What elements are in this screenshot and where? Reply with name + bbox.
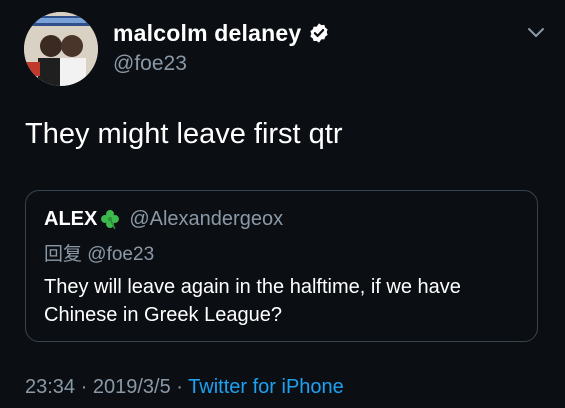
tweet-time: 23:34 — [25, 376, 76, 398]
tweet-date: 2019/3/5 — [92, 376, 171, 398]
tweet-source-link[interactable]: Twitter for iPhone — [188, 376, 344, 398]
reply-prefix: 回复 — [44, 244, 83, 265]
tweet-meta: 23:34 · 2019/3/5 · Twitter for iPhone — [25, 376, 344, 399]
reply-handle[interactable]: @foe23 — [87, 244, 154, 265]
meta-separator: · — [176, 376, 183, 398]
author-display-name[interactable]: malcolm delaney — [113, 20, 301, 47]
shamrock-icon — [101, 210, 120, 229]
avatar-photo — [24, 12, 98, 86]
tweet-detail: malcolm delaney @foe23 They might leave … — [0, 0, 565, 408]
tweet-text: They might leave first qtr — [25, 118, 343, 150]
quoted-author-name: ALEX — [44, 207, 98, 230]
quoted-tweet-card[interactable]: ALEX @Alexandergeox 回复 @foe23 They will … — [25, 190, 538, 342]
chevron-down-icon[interactable] — [526, 26, 546, 40]
meta-separator: · — [80, 376, 88, 398]
avatar[interactable] — [24, 12, 98, 86]
quoted-author-handle: @Alexandergeox — [129, 207, 284, 230]
verified-badge-icon — [310, 23, 328, 43]
author-name-row[interactable]: malcolm delaney — [113, 20, 330, 46]
quoted-author-row: ALEX @Alexandergeox — [44, 207, 283, 231]
quoted-tweet-text: They will leave again in the halftime, i… — [44, 276, 461, 326]
replying-to-line: 回复 @foe23 — [44, 239, 154, 266]
author-handle[interactable]: @foe23 — [113, 52, 187, 76]
